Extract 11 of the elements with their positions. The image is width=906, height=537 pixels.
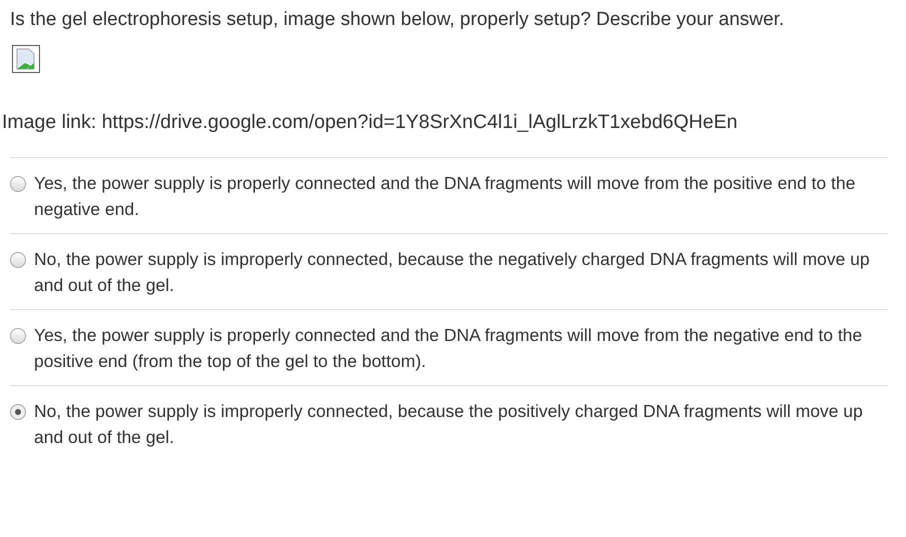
option-label[interactable]: Yes, the power supply is properly connected and the DNA fragments will move from the negative end to the positive end (from the top of the gel to the bottom). [34, 322, 888, 374]
option-label[interactable]: No, the power supply is improperly connected, because the negatively charged DNA fragments will move up and out of the gel. [34, 246, 888, 298]
radio-button[interactable] [10, 404, 26, 420]
radio-button[interactable] [10, 252, 26, 268]
broken-image-icon [12, 45, 40, 73]
question-text: Is the gel electrophoresis setup, image shown below, properly setup? Describe your answer. [10, 8, 786, 32]
radio-button[interactable] [10, 176, 26, 192]
image-link-text: Image link: https://drive.google.com/open?id=1Y8SrXnC4l1i_lAglLrzkT1xebd6QHeEn [2, 110, 738, 135]
option-label[interactable]: Yes, the power supply is properly connected and the DNA fragments will move from the positive end to the negative end. [34, 170, 888, 222]
radio-button[interactable] [10, 328, 26, 344]
option-label[interactable]: No, the power supply is improperly connected, because the positively charged DNA fragments will move up and out of the gel. [34, 398, 888, 450]
